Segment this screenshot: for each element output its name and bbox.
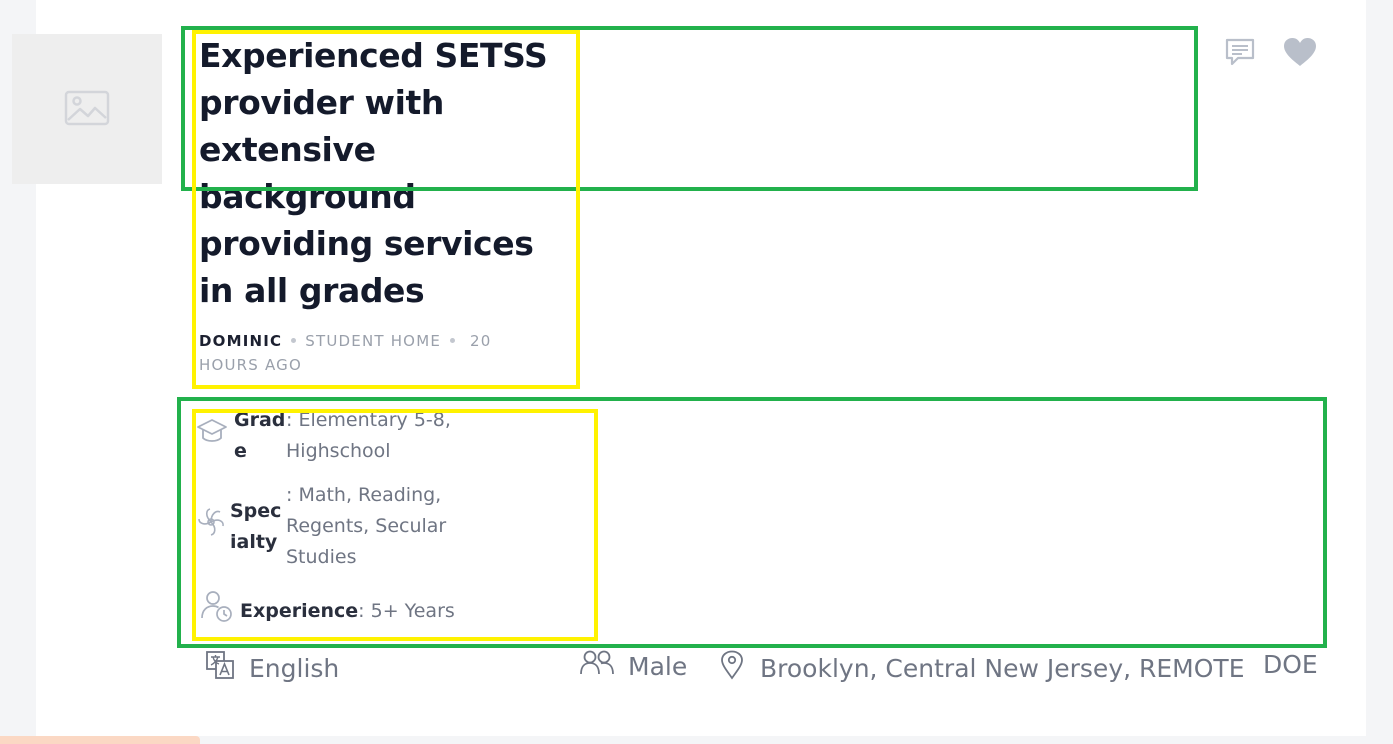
annotation-yellow-box-title: [192, 30, 580, 389]
footer-gender: Male: [580, 650, 687, 682]
language-value: English: [249, 653, 340, 683]
org-value: DOE: [1263, 650, 1318, 679]
next-card-edge: [0, 736, 200, 744]
heart-icon[interactable]: [1283, 37, 1317, 71]
footer-language: English: [205, 650, 339, 686]
translate-icon: [205, 650, 235, 686]
location-value: Brooklyn, Central New Jersey, REMOTE: [760, 653, 1245, 683]
location-pin-icon: [720, 650, 744, 686]
listing-thumbnail[interactable]: [12, 34, 162, 184]
footer-location: Brooklyn, Central New Jersey, REMOTE: [720, 650, 1245, 686]
users-icon: [580, 650, 616, 682]
comment-icon[interactable]: [1224, 37, 1256, 71]
annotation-yellow-box-attributes: [192, 409, 598, 641]
gender-value: Male: [628, 651, 688, 681]
footer-org: DOE: [1263, 650, 1318, 679]
